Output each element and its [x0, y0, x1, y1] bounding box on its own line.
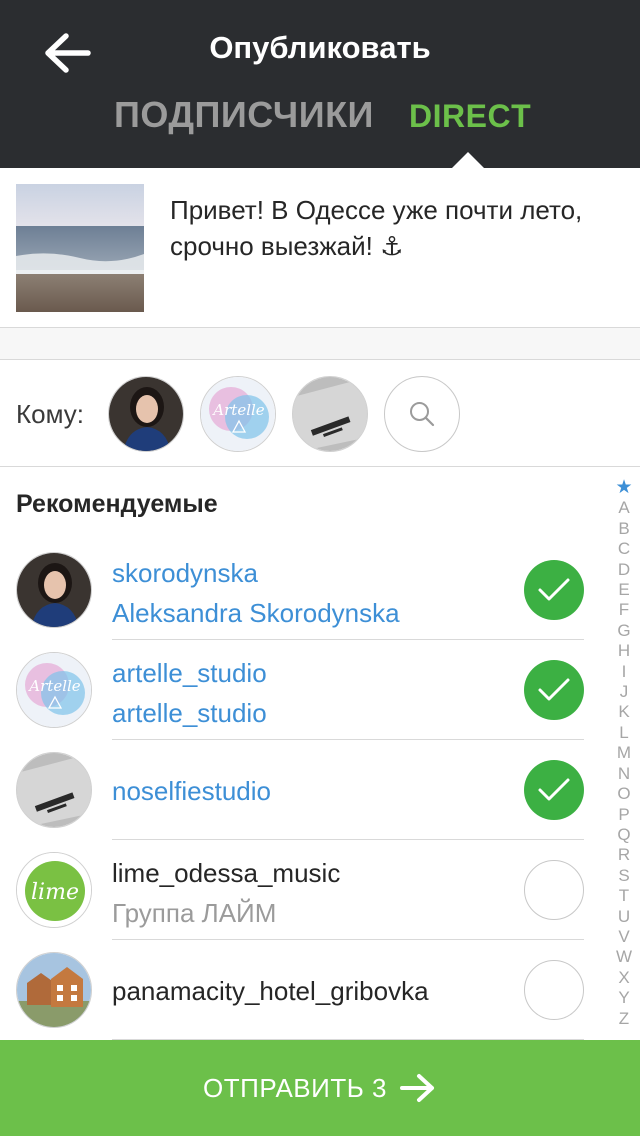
index-letter[interactable]: V: [618, 927, 629, 947]
select-checkbox[interactable]: [524, 560, 584, 620]
post-preview: Привет! В Одессе уже почти лето, срочно …: [0, 168, 640, 328]
index-letter[interactable]: N: [618, 764, 630, 784]
list-item[interactable]: Artelle artelle_studio artelle_studio: [0, 640, 612, 740]
select-checkbox[interactable]: [524, 860, 584, 920]
select-checkbox[interactable]: [524, 660, 584, 720]
username: panamacity_hotel_gribovka: [112, 976, 429, 1006]
index-letter[interactable]: S: [618, 866, 629, 886]
full-name: Группа ЛАЙМ: [112, 898, 277, 928]
index-letter[interactable]: B: [618, 519, 629, 539]
username: lime_odessa_music: [112, 858, 341, 888]
send-button[interactable]: ОТПРАВИТЬ 3: [0, 1040, 640, 1136]
checkmark-icon: [538, 678, 570, 701]
index-letter[interactable]: J: [620, 682, 629, 702]
svg-text:Artelle: Artelle: [27, 677, 81, 695]
full-name: artelle_studio: [112, 698, 267, 728]
index-letter[interactable]: F: [619, 600, 629, 620]
recipients-row: Кому: Artelle: [0, 361, 640, 467]
index-letter[interactable]: C: [618, 539, 630, 559]
svg-text:lime: lime: [31, 880, 79, 905]
index-letter[interactable]: Z: [619, 1009, 629, 1029]
tab-direct[interactable]: DIRECT: [409, 98, 531, 135]
index-letter[interactable]: U: [618, 907, 630, 927]
suggested-title: Рекомендуемые: [16, 490, 218, 518]
to-label: Кому:: [16, 399, 84, 429]
index-letter[interactable]: K: [618, 702, 629, 722]
list-item[interactable]: lime lime_odessa_music Группа ЛАЙМ: [0, 840, 612, 940]
index-letter[interactable]: H: [618, 641, 630, 661]
index-letter[interactable]: L: [619, 723, 628, 743]
index-letter[interactable]: R: [618, 845, 630, 865]
avatar: [16, 552, 92, 628]
page-title: Опубликовать: [209, 30, 431, 65]
index-letter[interactable]: P: [618, 805, 629, 825]
list-item[interactable]: skorodynska Aleksandra Skorodynska: [0, 540, 612, 640]
index-star[interactable]: ★: [615, 477, 632, 498]
index-letter[interactable]: Y: [618, 988, 629, 1008]
avatar: [16, 752, 92, 828]
index-letter[interactable]: G: [617, 621, 630, 641]
index-letter[interactable]: A: [618, 498, 629, 518]
index-letter[interactable]: M: [617, 743, 631, 763]
index-letter[interactable]: O: [617, 784, 630, 804]
select-checkbox[interactable]: [524, 760, 584, 820]
username: noselfiestudio: [112, 776, 271, 806]
list-item[interactable]: noselfiestudio: [0, 740, 612, 840]
select-checkbox[interactable]: [524, 960, 584, 1020]
alphabet-index[interactable]: ★ A B C D E F G H I J K L M N O P Q R S T U V W X Y Z: [612, 477, 636, 1029]
index-letter[interactable]: Q: [617, 825, 630, 845]
checkmark-icon: [538, 778, 570, 801]
list-item[interactable]: panamacity_hotel_gribovka: [0, 940, 612, 1040]
recipient-search-button[interactable]: [384, 376, 460, 452]
username: skorodynska: [112, 558, 258, 588]
recipient-avatar-artelle[interactable]: Artelle: [200, 376, 276, 452]
header-bar: Опубликовать ПОДПИСЧИКИ DIRECT: [0, 0, 640, 168]
recipient-avatar-skorodynska[interactable]: [108, 376, 184, 452]
index-letter[interactable]: D: [618, 560, 630, 580]
checkmark-icon: [538, 578, 570, 601]
avatar: [16, 952, 92, 1028]
index-letter[interactable]: E: [618, 580, 629, 600]
send-label: ОТПРАВИТЬ 3: [203, 1072, 387, 1103]
active-tab-indicator: [452, 152, 484, 168]
index-letter[interactable]: I: [622, 662, 627, 682]
username: artelle_studio: [112, 658, 267, 688]
index-letter[interactable]: X: [618, 968, 629, 988]
post-caption[interactable]: Привет! В Одессе уже почти лето, срочно …: [170, 192, 610, 264]
index-letter[interactable]: T: [619, 886, 629, 906]
avatar: lime: [16, 852, 92, 928]
index-letter[interactable]: W: [616, 947, 632, 967]
full-name: Aleksandra Skorodynska: [112, 598, 400, 628]
svg-text:Artelle: Artelle: [211, 401, 265, 419]
tab-subscribers[interactable]: ПОДПИСЧИКИ: [114, 94, 374, 136]
avatar: Artelle: [16, 652, 92, 728]
recipient-avatar-noselfie[interactable]: [292, 376, 368, 452]
search-icon: [410, 402, 435, 427]
section-divider: [0, 328, 640, 360]
arrow-right-icon: [399, 1074, 434, 1102]
post-thumbnail: [16, 184, 144, 312]
